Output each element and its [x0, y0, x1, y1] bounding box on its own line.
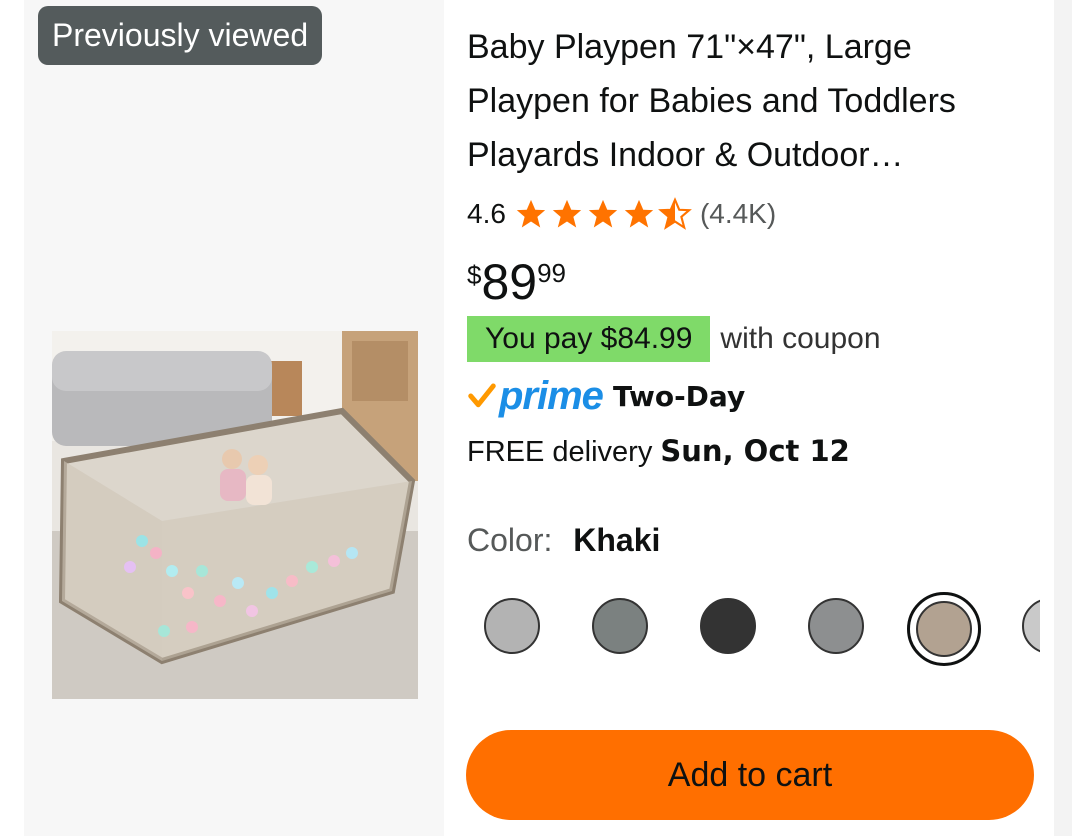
prime-check-icon: [468, 383, 496, 408]
coupon-row: You pay $84.99 with coupon: [467, 316, 881, 362]
product-title[interactable]: Baby Playpen 71"×47", Large Playpen for …: [467, 20, 1027, 186]
coupon-price-badge: You pay $84.99: [467, 316, 711, 362]
swatch-dark-gray[interactable]: [808, 598, 864, 654]
swatch-partial-gray[interactable]: [1022, 598, 1040, 654]
rating-count[interactable]: (4.4K): [700, 198, 776, 230]
rating-value: 4.6: [467, 198, 506, 229]
prime-speed: Two-Day: [612, 379, 746, 413]
product-image[interactable]: [52, 331, 418, 699]
right-margin: [1054, 0, 1072, 836]
rating-row[interactable]: 4.6 (4.4K): [467, 194, 776, 234]
color-swatches: [480, 592, 1040, 668]
color-label: Color:: [467, 522, 553, 558]
swatch-black[interactable]: [700, 598, 756, 654]
star-full-icon: [624, 199, 654, 228]
coupon-suffix: with coupon: [720, 322, 881, 355]
price-whole: 89: [481, 254, 538, 310]
star-full-icon: [516, 199, 546, 228]
prime-logo: prime: [499, 373, 604, 418]
star-half-icon: [658, 197, 692, 230]
delivery-date: Sun, Oct 12: [660, 434, 850, 468]
color-value: Khaki: [573, 522, 661, 558]
left-margin: [0, 0, 24, 836]
prime-row: prime Two-Day: [467, 370, 745, 422]
star-full-icon: [588, 199, 618, 228]
color-row: Color: Khaki: [467, 522, 660, 559]
add-to-cart-button[interactable]: Add to cart: [466, 730, 1034, 820]
swatch-khaki-selected[interactable]: [907, 592, 981, 666]
previously-viewed-badge: Previously viewed: [38, 6, 323, 65]
swatch-light-gray[interactable]: [484, 598, 540, 654]
price-fraction: 99: [537, 258, 567, 288]
swatch-khaki-fill: [916, 601, 972, 657]
delivery-prefix: FREE delivery: [467, 436, 653, 468]
rating-stars: [514, 197, 694, 231]
price: $ 89 99: [467, 252, 566, 312]
swatch-gray[interactable]: [592, 598, 648, 654]
delivery-info: FREE delivery Sun, Oct 12: [467, 434, 850, 469]
star-full-icon: [552, 199, 582, 228]
price-currency: $: [467, 260, 482, 290]
playpen-illustration: [52, 331, 418, 699]
